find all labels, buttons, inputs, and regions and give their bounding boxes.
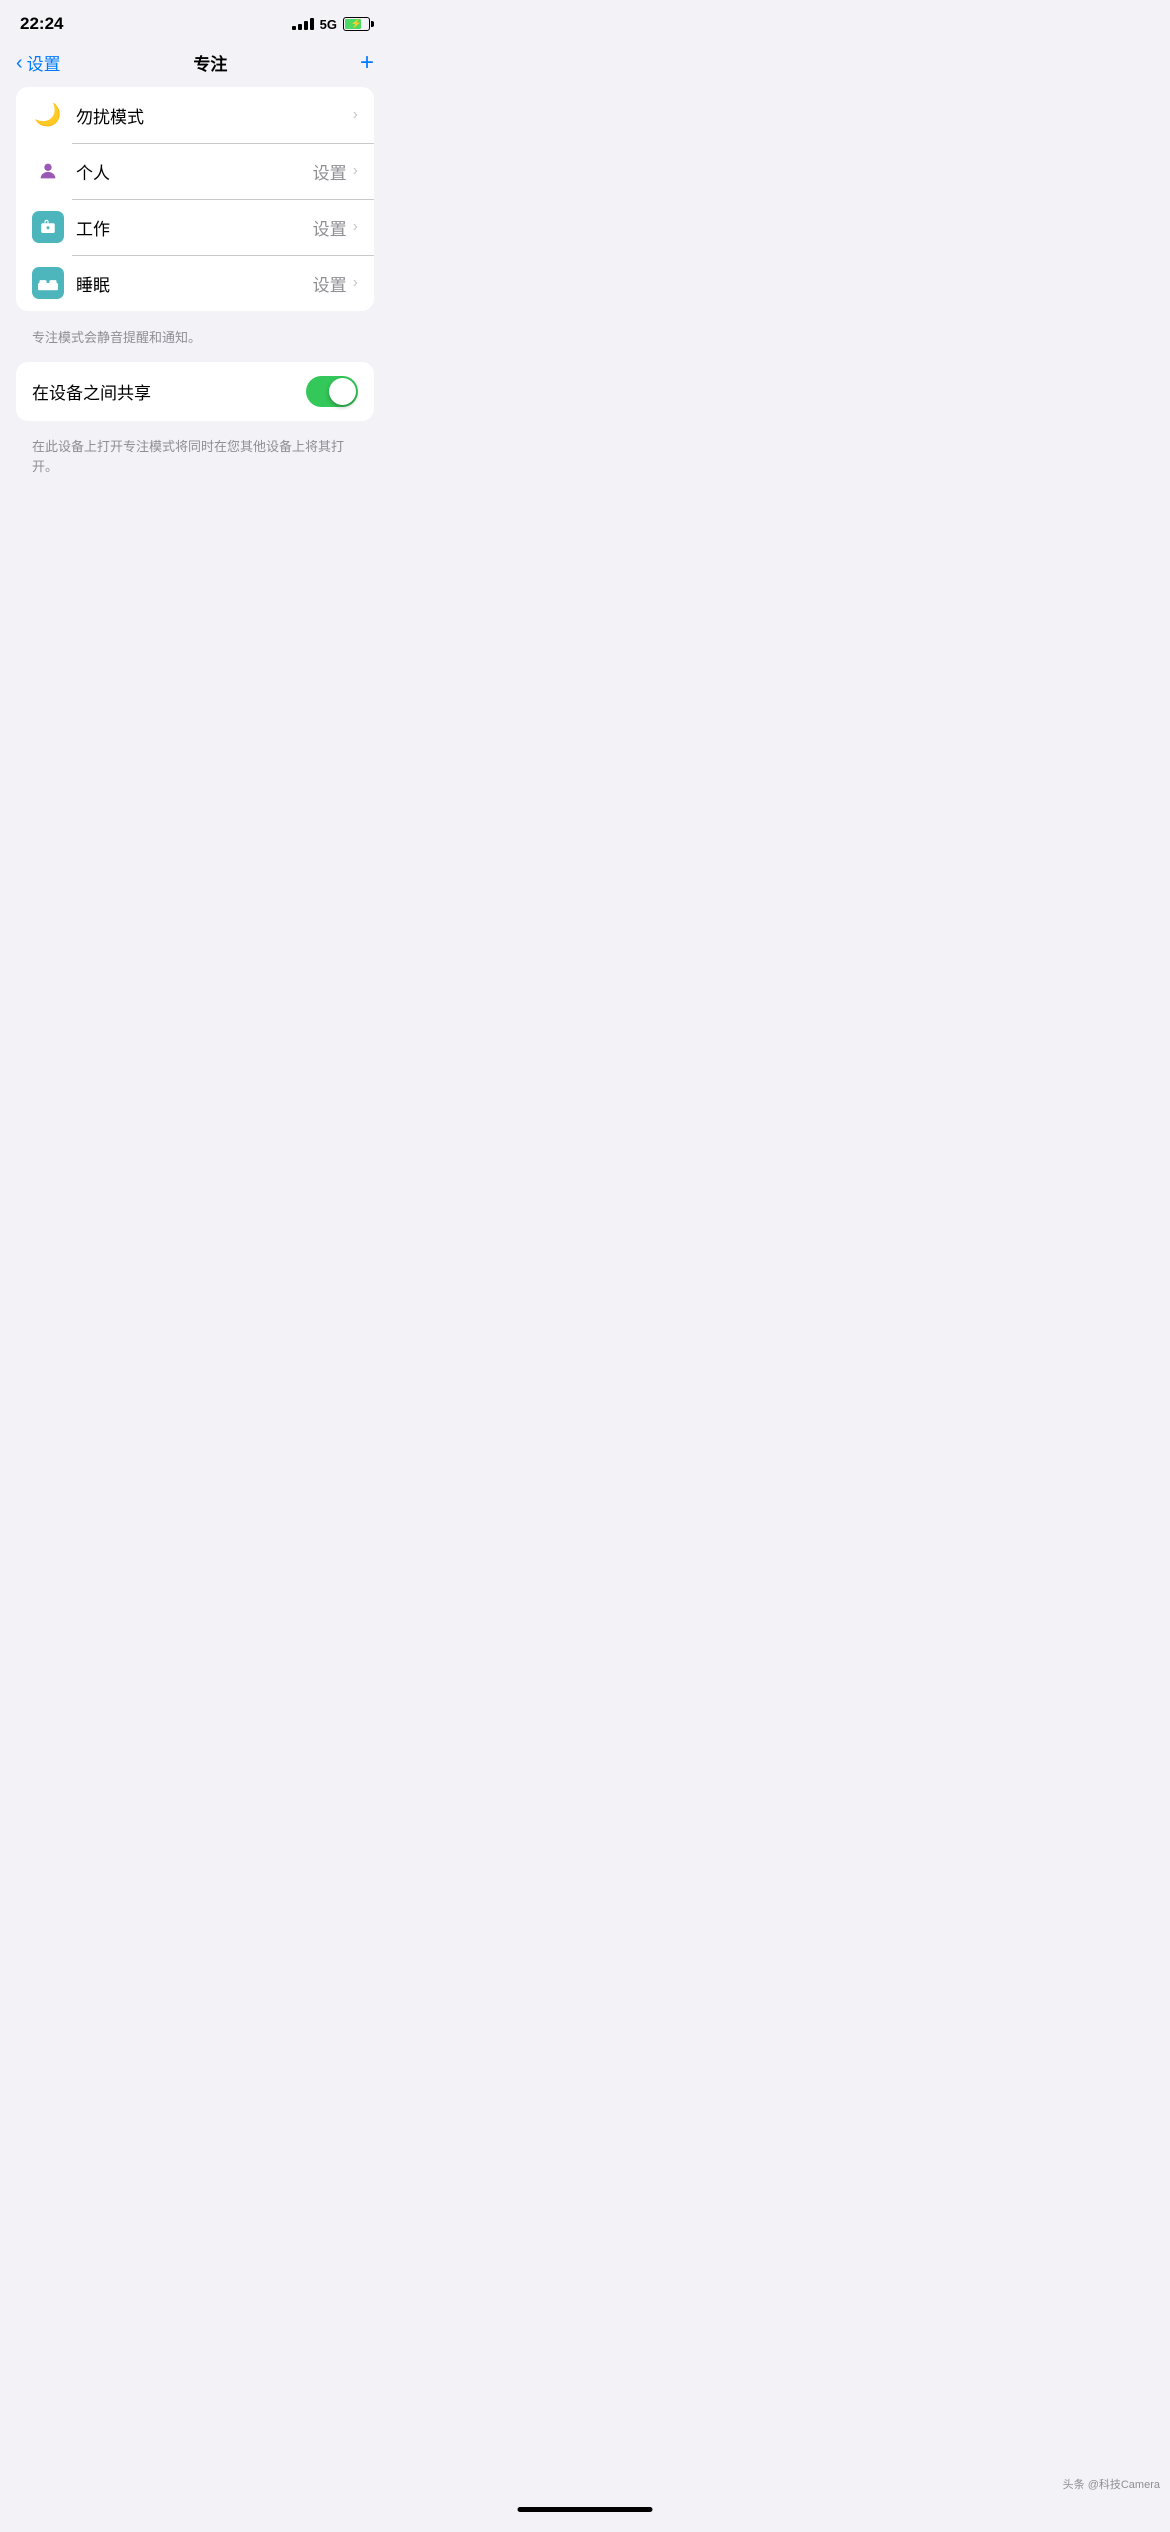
share-toggle-card: 在设备之间共享 xyxy=(16,362,374,421)
battery-icon: ⚡ xyxy=(343,17,370,31)
work-chevron-icon: › xyxy=(353,218,358,236)
status-icons: 5G ⚡ xyxy=(292,17,370,32)
share-toggle-switch[interactable] xyxy=(306,376,358,407)
sleep-icon xyxy=(32,267,64,299)
network-label: 5G xyxy=(320,17,337,32)
sleep-secondary: 设置 xyxy=(313,271,347,296)
work-row[interactable]: 工作 设置 › xyxy=(16,199,374,255)
dnd-label: 勿扰模式 xyxy=(76,103,347,128)
toggle-knob xyxy=(329,378,356,405)
person-icon xyxy=(32,155,64,187)
dnd-row[interactable]: 🌙 勿扰模式 › xyxy=(16,87,374,143)
sleep-row[interactable]: 睡眠 设置 › xyxy=(16,255,374,311)
sleep-label: 睡眠 xyxy=(76,271,313,296)
content-area: 🌙 勿扰模式 › 个人 设置 › xyxy=(0,87,390,496)
focus-modes-card: 🌙 勿扰模式 › 个人 设置 › xyxy=(16,87,374,311)
personal-label: 个人 xyxy=(76,159,313,184)
personal-secondary: 设置 xyxy=(313,159,347,184)
page-title: 专注 xyxy=(193,50,227,75)
status-bar: 22:24 5G ⚡ xyxy=(0,0,390,42)
share-toggle-label: 在设备之间共享 xyxy=(32,379,306,404)
work-label: 工作 xyxy=(76,215,313,240)
nav-bar: ‹ 设置 专注 + xyxy=(0,42,390,87)
share-hint: 在此设备上打开专注模式将同时在您其他设备上将其打开。 xyxy=(16,429,374,496)
back-chevron-icon: ‹ xyxy=(16,53,23,73)
focus-hint: 专注模式会静音提醒和通知。 xyxy=(16,319,374,362)
add-button[interactable]: + xyxy=(360,51,374,75)
status-time: 22:24 xyxy=(20,14,63,34)
dnd-chevron-icon: › xyxy=(353,106,358,124)
moon-icon: 🌙 xyxy=(32,99,64,131)
home-indicator xyxy=(518,2507,653,2512)
back-label: 设置 xyxy=(27,50,61,75)
work-icon xyxy=(32,211,64,243)
signal-icon xyxy=(292,18,314,30)
sleep-chevron-icon: › xyxy=(353,274,358,292)
work-secondary: 设置 xyxy=(313,215,347,240)
personal-chevron-icon: › xyxy=(353,162,358,180)
back-button[interactable]: ‹ 设置 xyxy=(16,50,61,75)
personal-row[interactable]: 个人 设置 › xyxy=(16,143,374,199)
watermark: 头条 @科技Camera xyxy=(1063,2476,1160,2492)
